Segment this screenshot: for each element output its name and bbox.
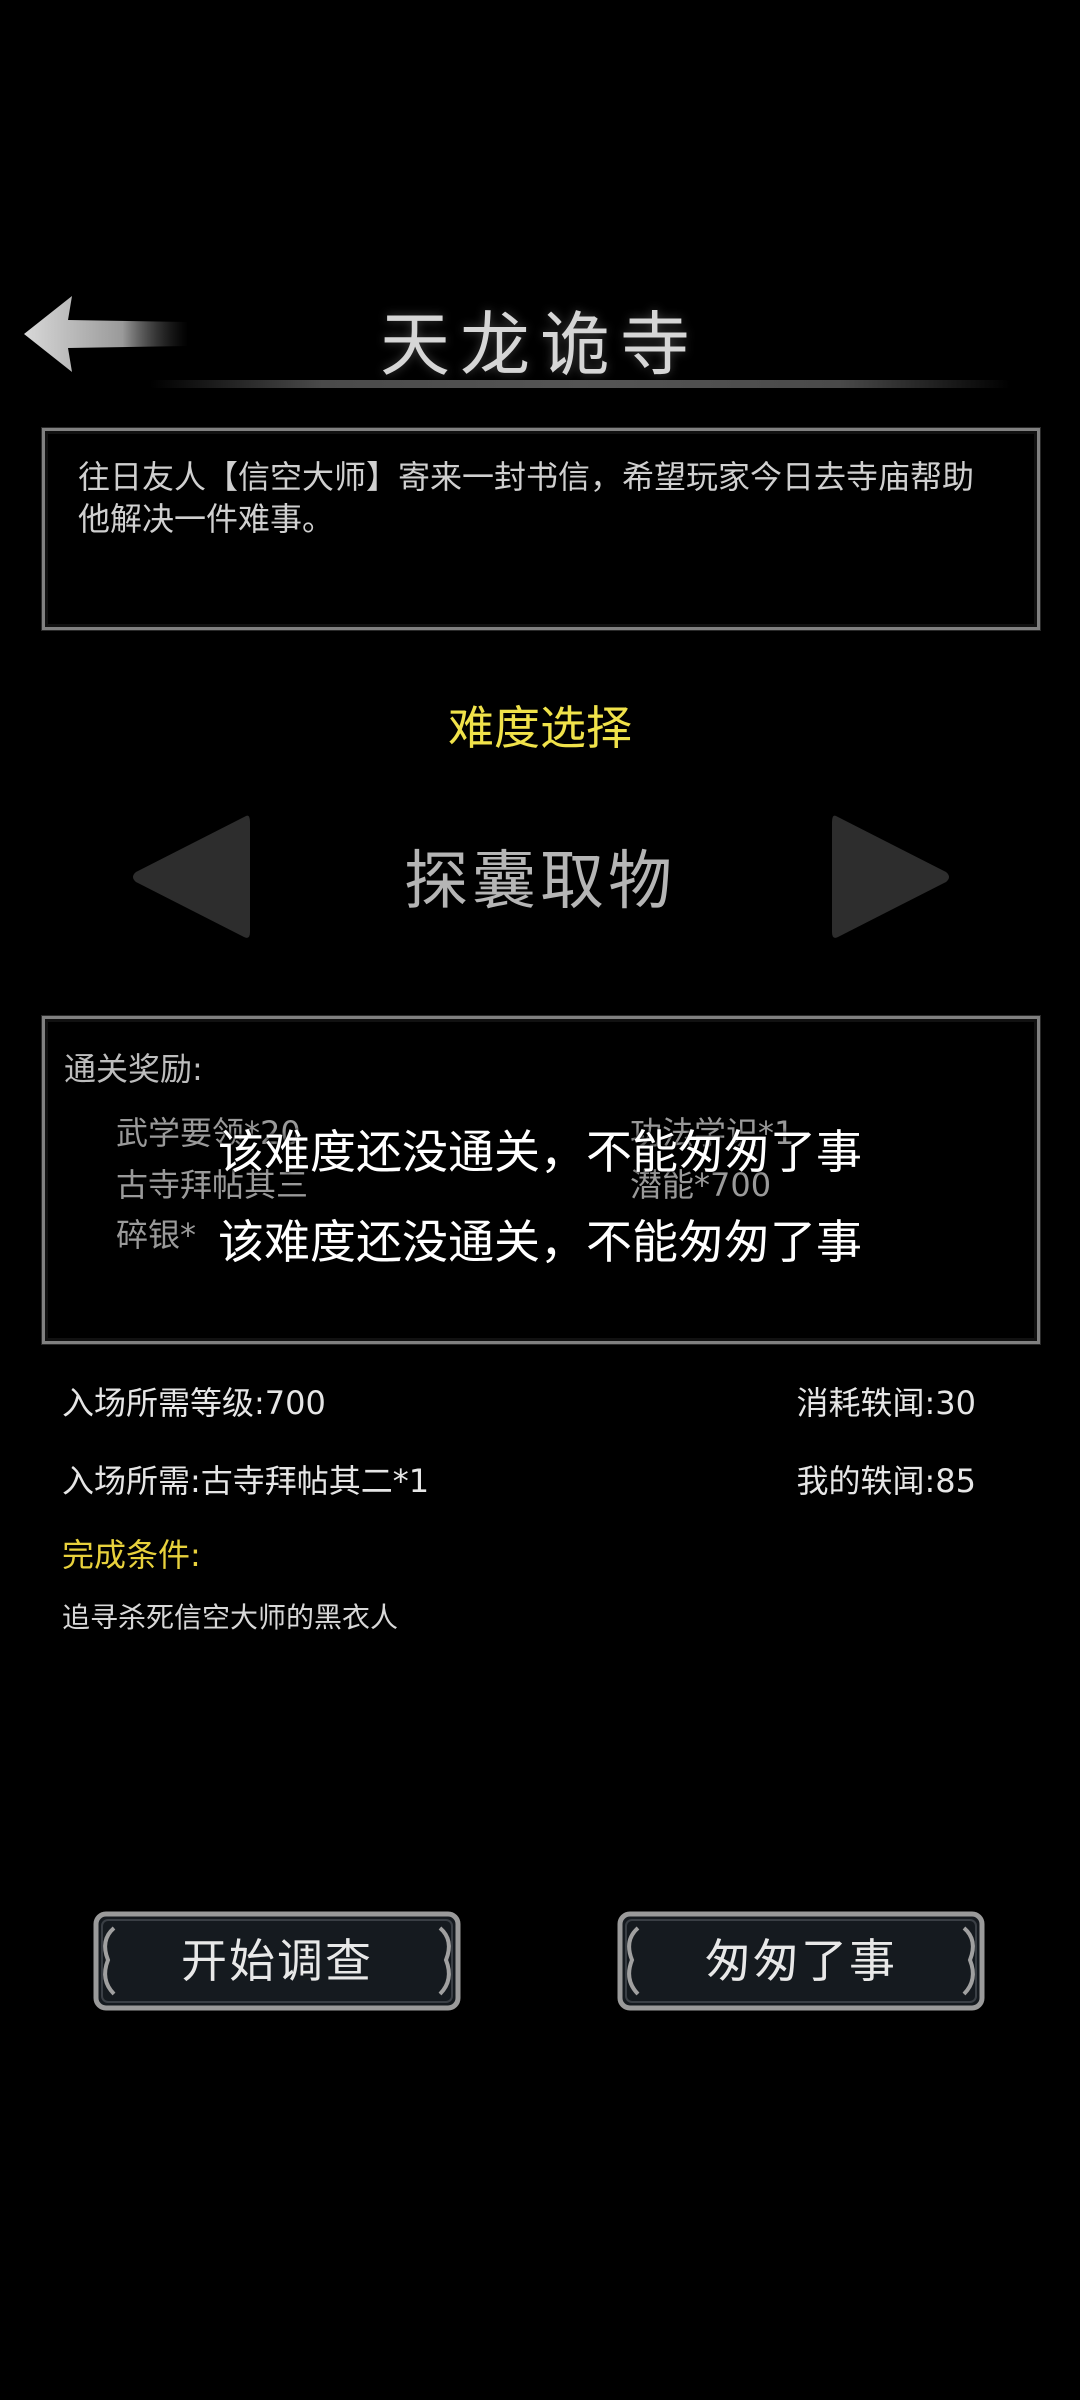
completion-condition-label: 完成条件: [62,1536,201,1574]
triangle-right-icon [832,815,949,938]
toast-message: 该难度还没通关，不能匆匆了事 [218,1215,862,1269]
rewards-title: 通关奖励: [64,1050,203,1088]
required-item: 入场所需:古寺拜帖其二*1 [62,1462,430,1500]
difficulty-label: 难度选择 [448,701,632,755]
difficulty-next-button[interactable] [826,810,956,944]
start-investigation-label: 开始调查 [181,1934,373,1988]
my-lore: 我的轶闻:85 [796,1462,976,1500]
hasty-finish-button[interactable]: 匆匆了事 [616,1910,986,2012]
completion-condition-text: 追寻杀死信空大师的黑衣人 [62,1601,399,1634]
hasty-finish-label: 匆匆了事 [705,1934,897,1988]
required-level: 入场所需等级:700 [62,1384,326,1422]
intro-text: 往日友人【信空大师】寄来一封书信，希望玩家今日去寺庙帮助他解决一件难事。 [78,458,975,538]
lore-cost: 消耗轶闻:30 [796,1384,976,1422]
toast-message: 该难度还没通关，不能匆匆了事 [218,1125,862,1179]
start-investigation-button[interactable]: 开始调查 [92,1910,462,2012]
title-underline [150,380,1010,388]
